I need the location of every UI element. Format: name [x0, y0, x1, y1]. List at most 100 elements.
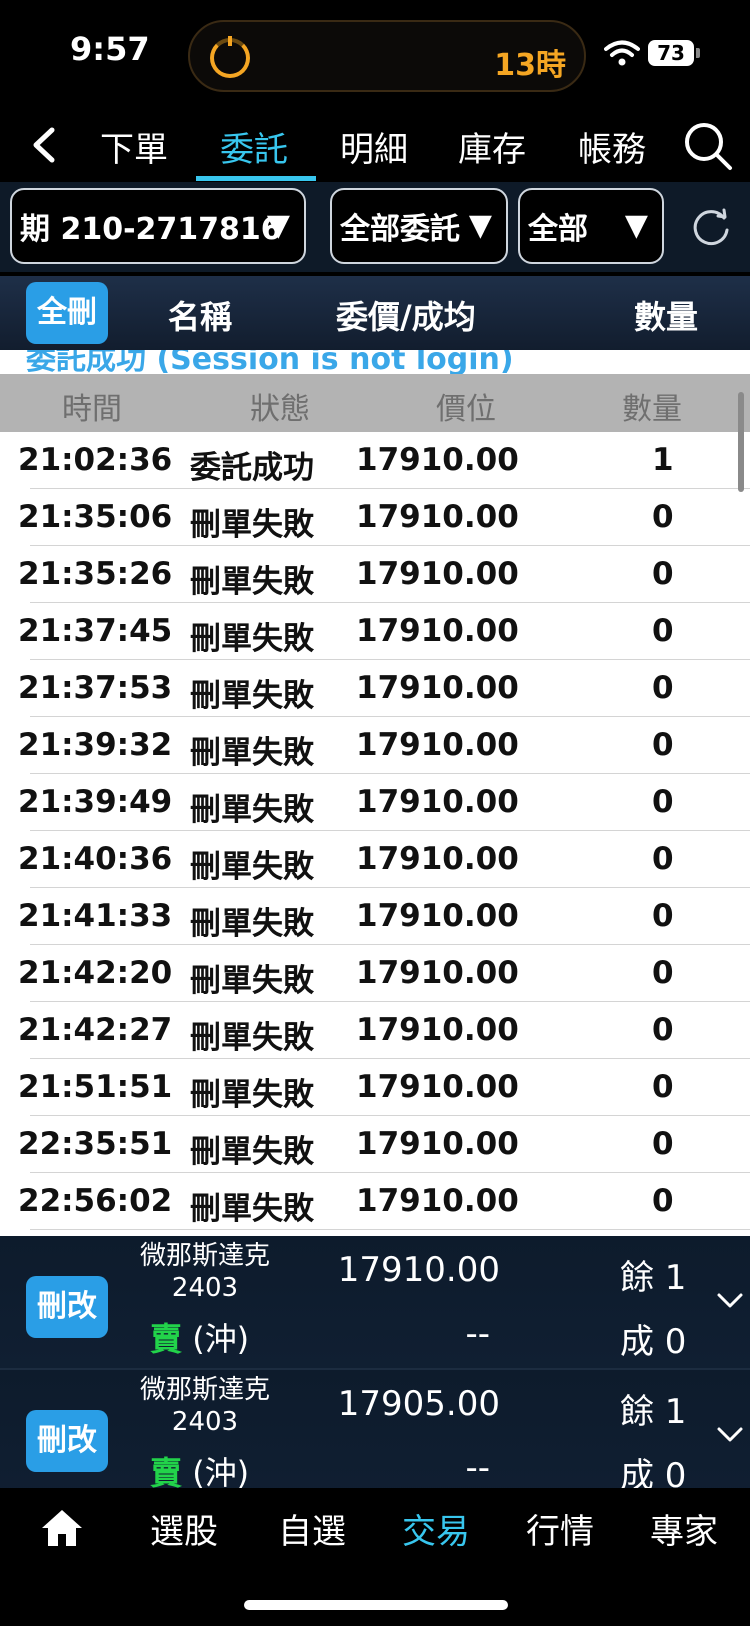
tab-inventory[interactable]: 庫存 — [458, 122, 526, 182]
order-side-suffix: (沖) — [192, 1454, 250, 1488]
table-scrollbar[interactable] — [738, 392, 744, 492]
cell-price: 17910.00 — [356, 727, 519, 763]
cell-time: 21:37:45 — [18, 613, 173, 649]
modify-button[interactable]: 刪改 — [26, 1410, 108, 1472]
order-list: 刪改 微那斯達克 2403 賣 (沖) 17910.00 -- 餘 1 成 0 … — [0, 1236, 750, 1488]
cell-time: 21:02:36 — [18, 442, 173, 478]
order-product-name: 微那斯達克 — [139, 1375, 270, 1405]
table-row[interactable]: 21:42:27 刪單失敗 17910.00 0 — [0, 1002, 750, 1059]
filter-row: 期 210-2717816 ▼ 全部委託 ▼ 全部 ▼ — [0, 182, 750, 272]
order-item[interactable]: 刪改 微那斯達克 2403 賣 (沖) 17905.00 -- 餘 1 成 0 — [0, 1370, 750, 1488]
detail-table-header: 時間 狀態 價位 數量 — [0, 374, 750, 432]
cell-price: 17910.00 — [356, 1069, 519, 1105]
dynamic-island: 13時 — [188, 20, 586, 92]
table-row[interactable]: 21:02:36 委託成功 17910.00 1 — [0, 432, 750, 489]
table-row[interactable]: 21:51:51 刪單失敗 17910.00 0 — [0, 1059, 750, 1116]
chevron-down-icon[interactable] — [716, 1292, 744, 1310]
th-price: 價位 — [436, 392, 496, 427]
home-indicator[interactable] — [244, 1600, 508, 1610]
table-row[interactable]: 21:39:32 刪單失敗 17910.00 0 — [0, 717, 750, 774]
order-product-code: 2403 — [171, 1407, 239, 1437]
cell-qty: 0 — [652, 1012, 674, 1048]
home-icon[interactable] — [40, 1508, 84, 1548]
order-remaining: 餘 1 — [620, 1392, 687, 1432]
table-row[interactable]: 21:40:36 刪單失敗 17910.00 0 — [0, 831, 750, 888]
account-dropdown[interactable]: 期 210-2717816 ▼ — [10, 188, 306, 264]
cell-price: 17910.00 — [356, 955, 519, 991]
modify-button[interactable]: 刪改 — [26, 1276, 108, 1338]
cell-qty: 0 — [652, 1069, 674, 1105]
detail-table[interactable]: 21:02:36 委託成功 17910.00 1 21:35:06 刪單失敗 17910.0… — [0, 432, 750, 1236]
bottom-tab-trade[interactable]: 交易 — [402, 1504, 470, 1553]
table-row[interactable]: 22:35:51 刪單失敗 17910.00 0 — [0, 1116, 750, 1173]
th-time: 時間 — [62, 392, 122, 427]
table-row[interactable]: 21:37:45 刪單失敗 17910.00 0 — [0, 603, 750, 660]
cell-status: 刪單失敗 — [190, 1020, 314, 1056]
order-avg-price: -- — [465, 1314, 490, 1354]
cell-status: 刪單失敗 — [190, 678, 314, 714]
session-note: 委託成功 (Session is not login) — [0, 350, 750, 374]
cell-qty: 0 — [652, 556, 674, 592]
cell-qty: 0 — [652, 841, 674, 877]
table-row[interactable]: 21:35:26 刪單失敗 17910.00 0 — [0, 546, 750, 603]
wifi-icon — [604, 40, 640, 66]
cell-status: 委託成功 — [190, 450, 314, 486]
tab-place-order[interactable]: 下單 — [100, 122, 168, 182]
cell-time: 21:51:51 — [18, 1069, 173, 1105]
delete-all-button[interactable]: 全刪 — [26, 282, 108, 344]
cell-price: 17910.00 — [356, 841, 519, 877]
order-price: 17905.00 — [337, 1384, 500, 1424]
cell-time: 21:39:32 — [18, 727, 173, 763]
chevron-down-icon[interactable] — [716, 1426, 744, 1444]
cell-time: 21:37:53 — [18, 670, 173, 706]
cell-time: 21:40:36 — [18, 841, 173, 877]
order-remaining: 餘 1 — [620, 1258, 687, 1298]
status-bar: 9:57 13時 73 — [0, 0, 750, 110]
order-name: 微那斯達克 2403 — [120, 1240, 290, 1304]
cell-qty: 0 — [652, 613, 674, 649]
refresh-icon[interactable] — [690, 206, 732, 248]
table-row[interactable]: 21:42:20 刪單失敗 17910.00 0 — [0, 945, 750, 1002]
tab-orders[interactable]: 委託 — [220, 122, 288, 182]
cell-price: 17910.00 — [356, 499, 519, 535]
order-filled: 成 0 — [620, 1456, 687, 1488]
cell-price: 17910.00 — [356, 1012, 519, 1048]
search-icon[interactable] — [682, 120, 734, 172]
cell-price: 17910.00 — [356, 556, 519, 592]
table-row[interactable]: 21:39:49 刪單失敗 17910.00 0 — [0, 774, 750, 831]
active-tab-indicator — [196, 176, 316, 181]
cell-qty: 0 — [652, 727, 674, 763]
order-side: 賣 (沖) — [150, 1448, 249, 1488]
cell-time: 21:42:20 — [18, 955, 173, 991]
back-button[interactable] — [18, 120, 68, 170]
bottom-tab-market[interactable]: 行情 — [526, 1504, 594, 1553]
th-qty: 數量 — [622, 392, 682, 427]
battery-icon: 73 — [648, 40, 700, 66]
cell-status: 刪單失敗 — [190, 792, 314, 828]
session-note-text: 委託成功 (Session is not login) — [26, 350, 514, 374]
bottom-tab-expert[interactable]: 專家 — [650, 1504, 718, 1553]
cell-qty: 0 — [652, 955, 674, 991]
order-product-name: 微那斯達克 — [139, 1241, 270, 1271]
header-qty: 數量 — [634, 298, 699, 336]
table-row[interactable]: 21:37:53 刪單失敗 17910.00 0 — [0, 660, 750, 717]
dropdown-arrow-icon: ▼ — [266, 208, 290, 243]
cell-status: 刪單失敗 — [190, 735, 314, 771]
order-type-dropdown[interactable]: 全部委託 ▼ — [330, 188, 508, 264]
order-item[interactable]: 刪改 微那斯達克 2403 賣 (沖) 17910.00 -- 餘 1 成 0 — [0, 1236, 750, 1370]
table-row[interactable]: 21:35:06 刪單失敗 17910.00 0 — [0, 489, 750, 546]
bottom-tab-watchlist[interactable]: 自選 — [278, 1504, 346, 1553]
tab-details[interactable]: 明細 — [340, 122, 408, 182]
table-row[interactable]: 22:56:02 刪單失敗 17910.00 0 — [0, 1173, 750, 1230]
cell-status: 刪單失敗 — [190, 621, 314, 657]
scope-dropdown[interactable]: 全部 ▼ — [518, 188, 664, 264]
tab-accounts[interactable]: 帳務 — [578, 122, 646, 182]
table-row[interactable]: 21:41:33 刪單失敗 17910.00 0 — [0, 888, 750, 945]
order-type-value: 全部委託 — [340, 212, 460, 247]
cell-qty: 0 — [652, 898, 674, 934]
island-timer-text: 13時 — [494, 48, 566, 83]
order-avg-price: -- — [465, 1448, 490, 1488]
bottom-tab-stock-pick[interactable]: 選股 — [150, 1504, 218, 1553]
cell-status: 刪單失敗 — [190, 849, 314, 885]
order-price: 17910.00 — [337, 1250, 500, 1290]
